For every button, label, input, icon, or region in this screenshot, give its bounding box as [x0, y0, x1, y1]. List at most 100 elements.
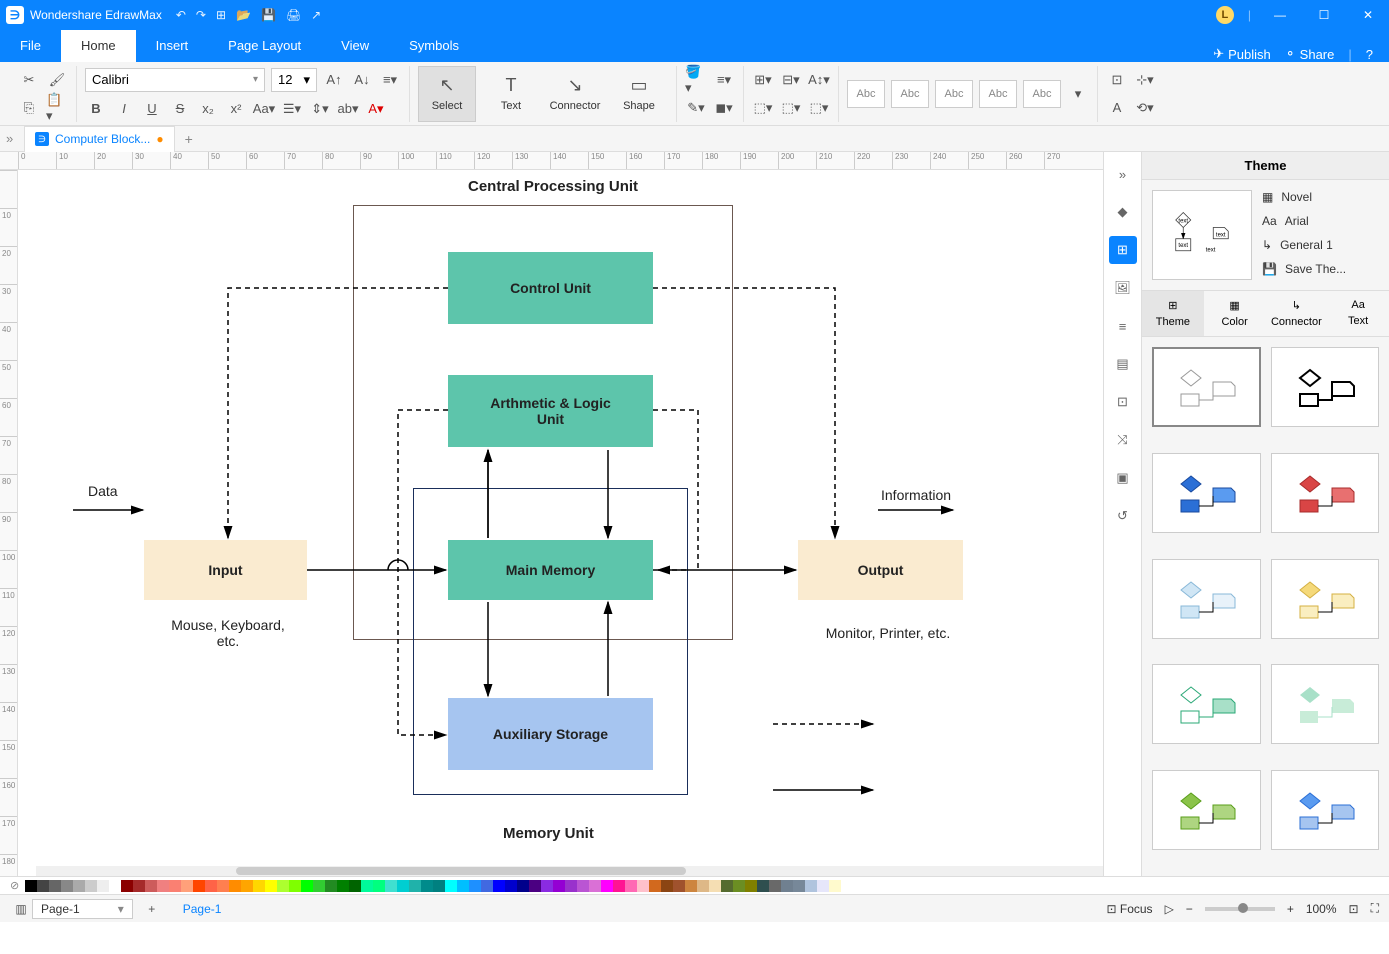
rail-page-icon[interactable]: ▤: [1109, 350, 1137, 378]
style-preset-4[interactable]: Abc: [979, 80, 1017, 108]
information-label[interactable]: Information: [881, 487, 951, 503]
theme-thumb-1[interactable]: [1152, 347, 1261, 427]
rail-present-icon[interactable]: ▣: [1109, 464, 1137, 492]
palette-swatch[interactable]: [229, 880, 241, 892]
zoom-out-button[interactable]: −: [1186, 902, 1193, 916]
theme-tab-theme[interactable]: ⊞Theme: [1142, 291, 1204, 336]
rail-chart-icon[interactable]: ⊡: [1109, 388, 1137, 416]
palette-swatch[interactable]: [661, 880, 673, 892]
paste-icon[interactable]: 📋▾: [46, 97, 68, 119]
palette-swatch[interactable]: [205, 880, 217, 892]
palette-swatch[interactable]: [241, 880, 253, 892]
publish-button[interactable]: ✈ Publish: [1213, 46, 1271, 62]
style-preset-1[interactable]: Abc: [847, 80, 885, 108]
palette-swatch[interactable]: [505, 880, 517, 892]
user-avatar[interactable]: L: [1216, 6, 1234, 24]
palette-swatch[interactable]: [685, 880, 697, 892]
palette-swatch[interactable]: [301, 880, 313, 892]
zoom-slider[interactable]: [1205, 907, 1275, 911]
style-preset-3[interactable]: Abc: [935, 80, 973, 108]
palette-swatch[interactable]: [433, 880, 445, 892]
align-icon[interactable]: ⊟▾: [780, 69, 802, 91]
output-box[interactable]: Output: [798, 540, 963, 600]
theme-connector-row[interactable]: ↳General 1: [1262, 238, 1379, 252]
palette-swatch[interactable]: [637, 880, 649, 892]
underline-button[interactable]: U: [141, 98, 163, 120]
main-memory-box[interactable]: Main Memory: [448, 540, 653, 600]
distribute-icon[interactable]: A↕▾: [808, 69, 830, 91]
theme-thumb-2[interactable]: [1271, 347, 1380, 427]
size-icon[interactable]: ⬚▾: [808, 97, 830, 119]
style-preset-5[interactable]: Abc: [1023, 80, 1061, 108]
help-icon[interactable]: ?: [1366, 47, 1373, 62]
outline-view-icon[interactable]: ▥: [10, 898, 32, 920]
bold-button[interactable]: B: [85, 98, 107, 120]
palette-swatch[interactable]: [481, 880, 493, 892]
page-tab[interactable]: Page-1: [171, 902, 234, 916]
palette-swatch[interactable]: [697, 880, 709, 892]
redo-icon[interactable]: ↷: [196, 8, 206, 22]
font-size-selector[interactable]: 12▾: [271, 68, 317, 92]
no-fill-icon[interactable]: ⊘: [10, 879, 19, 894]
rail-history-icon[interactable]: ↺: [1109, 502, 1137, 530]
rail-theme-icon[interactable]: ⊞: [1109, 236, 1137, 264]
palette-swatch[interactable]: [421, 880, 433, 892]
focus-mode-button[interactable]: ⊡ Focus: [1106, 902, 1152, 916]
palette-swatch[interactable]: [613, 880, 625, 892]
tab-page-layout[interactable]: Page Layout: [208, 30, 321, 62]
tab-view[interactable]: View: [321, 30, 389, 62]
theme-thumb-6[interactable]: [1271, 559, 1380, 639]
fill-icon[interactable]: 🪣▾: [685, 69, 707, 91]
line-style-icon[interactable]: ≡▾: [713, 69, 735, 91]
subscript-icon[interactable]: x₂: [197, 98, 219, 120]
palette-swatch[interactable]: [85, 880, 97, 892]
palette-swatch[interactable]: [313, 880, 325, 892]
add-page-button[interactable]: +: [141, 898, 163, 920]
palette-swatch[interactable]: [541, 880, 553, 892]
palette-swatch[interactable]: [193, 880, 205, 892]
style-more-icon[interactable]: ▾: [1067, 83, 1089, 105]
theme-thumb-10[interactable]: [1271, 770, 1380, 850]
bring-front-icon[interactable]: ⬚▾: [752, 97, 774, 119]
theme-thumb-5[interactable]: [1152, 559, 1261, 639]
new-icon[interactable]: ⊞: [216, 8, 226, 22]
palette-swatch[interactable]: [565, 880, 577, 892]
palette-swatch[interactable]: [277, 880, 289, 892]
palette-swatch[interactable]: [181, 880, 193, 892]
palette-swatch[interactable]: [109, 880, 121, 892]
theme-font-row[interactable]: AaArial: [1262, 214, 1379, 228]
crop-icon[interactable]: ⊹▾: [1134, 69, 1156, 91]
palette-swatch[interactable]: [73, 880, 85, 892]
save-icon[interactable]: 💾: [261, 8, 276, 22]
palette-swatch[interactable]: [361, 880, 373, 892]
print-icon[interactable]: 🖨: [286, 8, 301, 22]
palette-swatch[interactable]: [529, 880, 541, 892]
group-icon[interactable]: ⊞▾: [752, 69, 774, 91]
palette-swatch[interactable]: [325, 880, 337, 892]
palette-swatch[interactable]: [145, 880, 157, 892]
palette-swatch[interactable]: [793, 880, 805, 892]
highlight-icon[interactable]: ab▾: [337, 98, 359, 120]
select-tool[interactable]: ↖Select: [418, 66, 476, 122]
rail-shuffle-icon[interactable]: ⤨: [1109, 426, 1137, 454]
palette-swatch[interactable]: [25, 880, 37, 892]
palette-swatch[interactable]: [445, 880, 457, 892]
zoom-level[interactable]: 100%: [1306, 902, 1337, 916]
close-button[interactable]: ✕: [1353, 8, 1383, 22]
palette-swatch[interactable]: [601, 880, 613, 892]
palette-swatch[interactable]: [457, 880, 469, 892]
undo-icon[interactable]: ↶: [176, 8, 186, 22]
rotate-icon[interactable]: ⟲▾: [1134, 97, 1156, 119]
rail-image-icon[interactable]: 🖼: [1109, 274, 1137, 302]
zoom-in-button[interactable]: +: [1287, 902, 1294, 916]
font-color-icon[interactable]: A▾: [365, 98, 387, 120]
palette-swatch[interactable]: [625, 880, 637, 892]
palette-swatch[interactable]: [589, 880, 601, 892]
page-fit-icon[interactable]: ⊡: [1106, 69, 1128, 91]
case-icon[interactable]: Aa▾: [253, 98, 275, 120]
palette-swatch[interactable]: [337, 880, 349, 892]
palette-swatch[interactable]: [49, 880, 61, 892]
add-document-button[interactable]: +: [175, 131, 203, 147]
canvas[interactable]: Central Processing Unit Memory Unit Cont…: [18, 170, 1103, 876]
rail-layers-icon[interactable]: ≡: [1109, 312, 1137, 340]
